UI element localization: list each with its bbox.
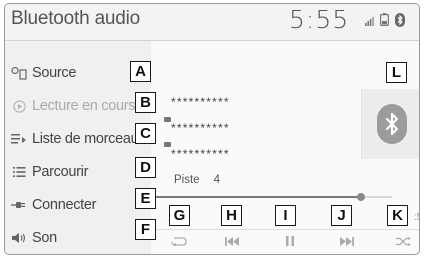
track-artist: **********: [171, 121, 230, 135]
callout-f: F: [135, 219, 156, 240]
shuffle-button[interactable]: [377, 232, 419, 252]
sidebar-item-label: Source: [32, 65, 77, 81]
sidebar-item-label: Connecter: [32, 197, 97, 213]
pause-button[interactable]: [264, 232, 316, 252]
sidebar-item-connecter[interactable]: Connecter: [5, 188, 151, 222]
sidebar-item-label: Liste de morceaux: [32, 131, 146, 147]
callout-h: H: [221, 205, 242, 226]
browse-list-icon: [10, 165, 28, 179]
pause-icon: [286, 233, 294, 251]
callout-k: K: [387, 205, 408, 226]
repeat-button[interactable]: [153, 232, 205, 252]
shuffle-icon: [395, 233, 411, 251]
callout-i: I: [275, 205, 296, 226]
play-circle-icon: [10, 99, 28, 113]
sidebar-item-label: Son: [32, 230, 57, 246]
track-number-label: Piste: [174, 174, 200, 186]
bluetooth-device-panel[interactable]: [361, 89, 419, 159]
callout-g: G: [169, 205, 190, 226]
callout-d: D: [135, 157, 156, 178]
controls-divider: [155, 229, 419, 230]
progress-bar[interactable]: [155, 193, 392, 201]
album-icon: [164, 142, 171, 147]
sidebar-item-lecture-en-cours[interactable]: Lecture en cours: [5, 89, 151, 123]
speaker-icon: [10, 231, 28, 245]
track-title: **********: [171, 95, 230, 109]
callout-j: J: [331, 205, 352, 226]
bluetooth-icon: [376, 104, 407, 144]
callout-a: A: [130, 61, 151, 82]
signal-icon: [365, 13, 374, 31]
callout-c: C: [135, 123, 156, 144]
battery-icon: [380, 13, 390, 31]
source-icon: [10, 66, 28, 80]
screen-title: Bluetooth audio: [11, 8, 141, 29]
sidebar-item-label: Parcourir: [32, 164, 89, 180]
sidebar-item-liste-de-morceaux[interactable]: Liste de morceaux: [5, 122, 151, 156]
status-icons: [365, 12, 415, 32]
callout-b: B: [135, 92, 156, 113]
clock: 5:55: [289, 5, 350, 34]
sidebar-item-label: Lecture en cours: [32, 98, 136, 114]
header-bar: Bluetooth audio 5:55: [5, 4, 419, 41]
sidebar-item-parcourir[interactable]: Parcourir: [5, 155, 151, 189]
bluetooth-status-icon: [395, 12, 405, 32]
connect-plug-icon: [10, 198, 28, 212]
sidebar-item-son[interactable]: Son: [5, 221, 151, 254]
head-unit-display: Bluetooth audio 5:55 Source Lecture en c…: [4, 3, 420, 255]
next-track-icon: [340, 233, 354, 251]
callout-e: E: [135, 188, 156, 209]
track-number: 4: [213, 174, 220, 186]
track-album: **********: [171, 147, 230, 161]
progress-fill: [155, 196, 362, 198]
repeat-icon: [171, 233, 187, 251]
artist-icon: [164, 117, 171, 122]
progress-knob[interactable]: [357, 193, 366, 201]
screen: Bluetooth audio 5:55 Source Lecture en c…: [0, 0, 425, 260]
previous-track-button[interactable]: [206, 232, 258, 252]
next-track-button[interactable]: [321, 232, 373, 252]
previous-track-icon: [225, 233, 239, 251]
callout-l: L: [386, 62, 407, 83]
time-remaining: :5: [414, 212, 419, 223]
track-number-row: Piste 4: [174, 174, 220, 186]
playlist-icon: [10, 132, 28, 146]
